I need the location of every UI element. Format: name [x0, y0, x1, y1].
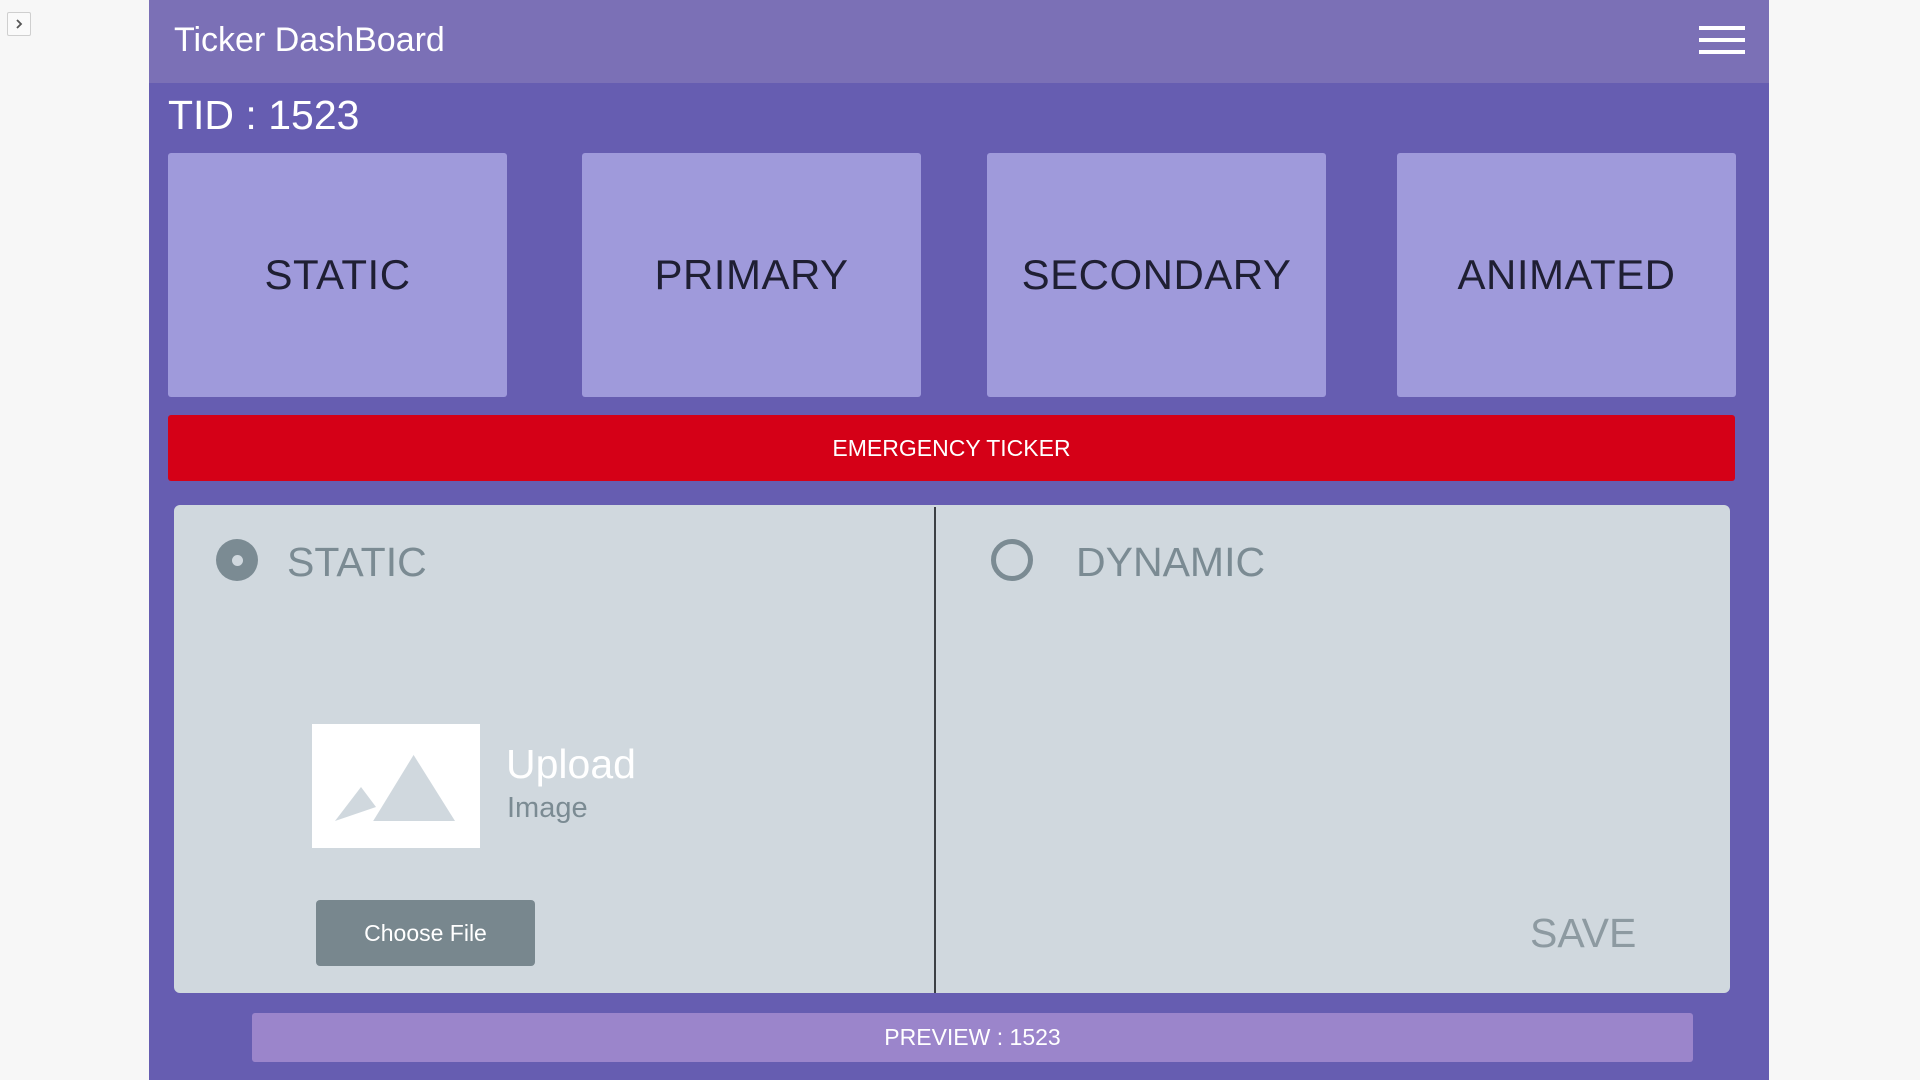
preview-button[interactable]: PREVIEW : 1523 [252, 1013, 1693, 1062]
upload-title: Upload [506, 741, 636, 787]
app-title: Ticker DashBoard [174, 21, 445, 59]
ticker-id-label: TID : 1523 [168, 92, 360, 138]
ticker-dashboard-app: Ticker DashBoard TID : 1523 STATIC PRIMA… [149, 0, 1769, 1080]
tile-primary[interactable]: PRIMARY [582, 153, 921, 397]
upload-subtitle: Image [507, 792, 588, 824]
save-button[interactable]: SAVE [1530, 910, 1636, 957]
static-radio-label: STATIC [287, 539, 427, 585]
tile-static[interactable]: STATIC [168, 153, 507, 397]
image-placeholder-icon [335, 753, 455, 822]
emergency-ticker-button[interactable]: EMERGENCY TICKER [168, 415, 1735, 481]
tile-animated[interactable]: ANIMATED [1397, 153, 1736, 397]
hamburger-menu-icon [1699, 26, 1745, 54]
dynamic-radio[interactable] [991, 539, 1033, 581]
ticker-content-panel: STATIC DYNAMIC Upload Image Choose File … [174, 505, 1730, 993]
app-header: Ticker DashBoard [149, 0, 1769, 83]
upload-image-thumbnail[interactable] [312, 724, 480, 848]
hamburger-menu-button[interactable] [1699, 22, 1745, 58]
dynamic-radio-label: DYNAMIC [1076, 539, 1266, 585]
static-radio[interactable] [216, 539, 258, 581]
choose-file-button[interactable]: Choose File [316, 900, 535, 966]
tile-secondary[interactable]: SECONDARY [987, 153, 1326, 397]
radio-selected-dot [231, 554, 243, 566]
chevron-right-icon [16, 19, 23, 29]
sidebar-expand-button[interactable] [7, 12, 31, 36]
panel-divider [934, 507, 936, 993]
